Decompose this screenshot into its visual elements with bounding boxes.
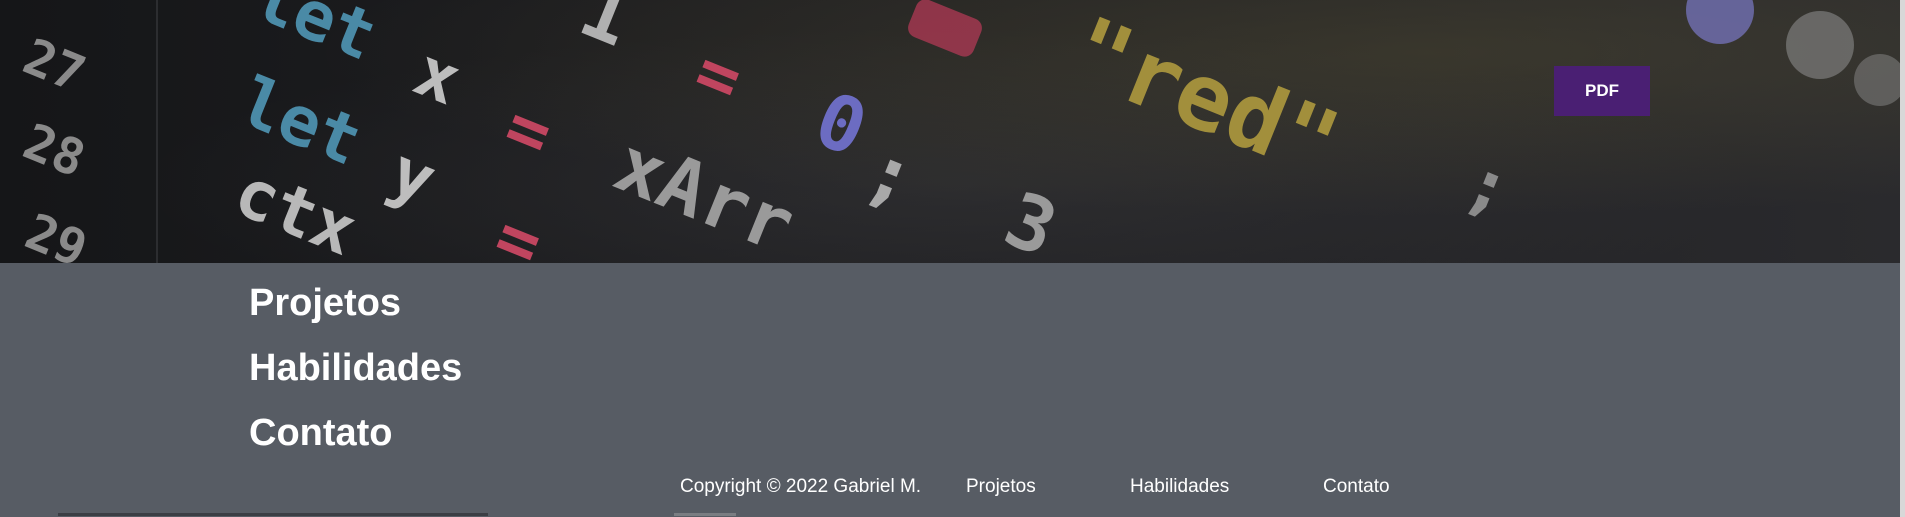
code-glyph: y: [379, 133, 447, 222]
code-glyph: 28: [16, 112, 94, 188]
code-glyph: 1: [568, 0, 644, 64]
vertical-scrollbar[interactable]: [1900, 0, 1905, 517]
code-glyph: =: [494, 85, 564, 177]
code-glyph: 27: [16, 27, 94, 103]
nav-link-contato[interactable]: Contato: [249, 401, 462, 466]
code-background-image: 27 28 29 let let ctx x y = = = 0 ; xArr …: [16, 0, 1900, 263]
footer: Copyright © 2022 Gabriel M. Projetos Hab…: [0, 470, 1900, 506]
footer-link-projetos[interactable]: Projetos: [966, 476, 1036, 498]
section-nav: Projetos Habilidades Contato: [249, 271, 462, 466]
code-glyph: ;: [853, 124, 929, 224]
code-glyph: 0: [803, 74, 879, 174]
footer-link-habilidades[interactable]: Habilidades: [1130, 476, 1229, 498]
code-glyph: 3: [993, 174, 1069, 263]
nav-link-projetos[interactable]: Projetos: [249, 271, 462, 336]
code-glyph: x: [404, 33, 472, 122]
code-glyph: 29: [18, 202, 96, 263]
hero-banner: 27 28 29 let let ctx x y = = = 0 ; xArr …: [0, 0, 1900, 263]
code-glyph: =: [484, 195, 554, 263]
code-glyph: =: [684, 30, 754, 122]
footer-link-contato[interactable]: Contato: [1323, 476, 1390, 498]
code-glyph: xArr: [603, 119, 806, 263]
copyright-text: Copyright © 2022 Gabriel M.: [680, 476, 922, 497]
pdf-download-button[interactable]: PDF: [1554, 66, 1650, 116]
bottom-divider: [58, 513, 488, 516]
bottom-divider-accent: [674, 513, 736, 516]
nav-link-habilidades[interactable]: Habilidades: [249, 336, 462, 401]
code-glyph: "red": [1057, 0, 1354, 199]
code-glyph: ;: [1454, 140, 1524, 232]
